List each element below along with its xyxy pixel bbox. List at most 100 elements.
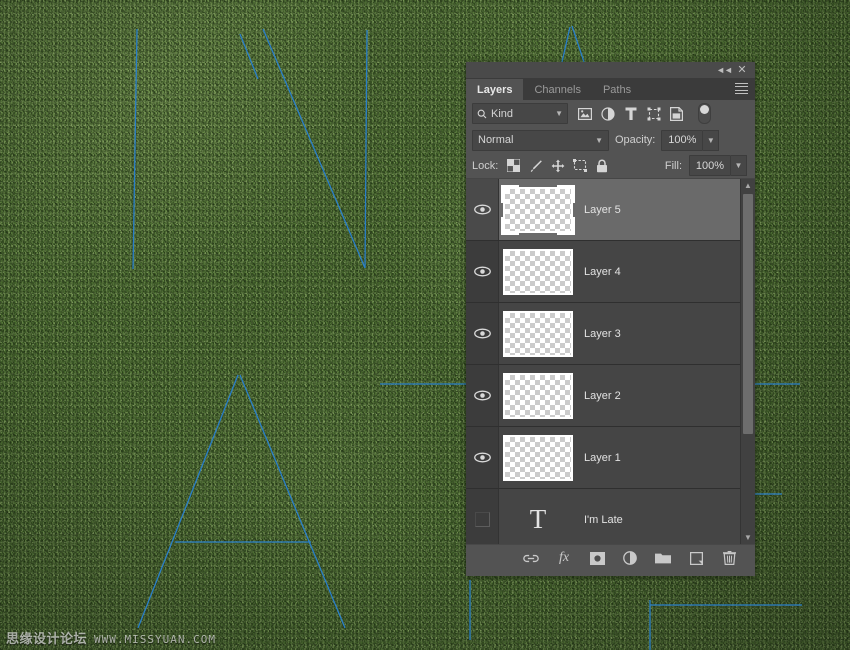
layer-thumbnail xyxy=(503,249,573,295)
layer-visibility-empty-slot[interactable] xyxy=(466,489,499,544)
path-guide-segment xyxy=(133,29,137,269)
watermark-site-name: 思缘设计论坛 xyxy=(6,633,87,646)
lock-artboard-nesting-icon[interactable] xyxy=(572,158,587,173)
layer-name-label[interactable]: Layer 2 xyxy=(577,390,755,402)
layer-thumbnail xyxy=(503,373,573,419)
chevron-down-icon[interactable]: ▼ xyxy=(555,109,563,118)
blend-mode-select[interactable]: Normal ▼ xyxy=(472,130,609,151)
layer-filter-row[interactable]: Kind ▼ xyxy=(466,100,755,127)
layers-panel[interactable]: ◄◄ ✕ Layers Channels Paths Kind ▼ xyxy=(466,62,755,576)
layer-thumbnail xyxy=(503,187,573,233)
lock-image-pixels-brush-icon[interactable] xyxy=(528,158,543,173)
layer-visibility-eye-icon[interactable] xyxy=(466,365,499,426)
lock-position-move-icon[interactable] xyxy=(550,158,565,173)
add-layer-mask-icon[interactable] xyxy=(589,550,605,566)
layer-row[interactable]: T I'm Late xyxy=(466,489,755,544)
layer-row[interactable]: Layer 2 xyxy=(466,365,755,427)
path-guide-segment xyxy=(572,26,584,62)
tab-layers[interactable]: Layers xyxy=(466,79,523,100)
layers-bottom-toolbar[interactable]: fx xyxy=(466,544,755,571)
eye-icon xyxy=(474,204,491,215)
layer-row[interactable]: Layer 3 xyxy=(466,303,755,365)
path-guide-segment xyxy=(240,34,258,79)
opacity-input[interactable]: 100% xyxy=(661,130,703,151)
panel-footer-strip xyxy=(466,571,755,576)
layer-visibility-eye-icon[interactable] xyxy=(466,241,499,302)
path-guide-segment xyxy=(263,29,365,268)
panel-tab-strip[interactable]: Layers Channels Paths xyxy=(466,78,755,100)
blend-mode-value: Normal xyxy=(478,134,595,146)
watermark-url: WWW.MISSYUAN.COM xyxy=(94,634,216,645)
layer-row[interactable]: Layer 1 xyxy=(466,427,755,489)
eye-icon xyxy=(474,390,491,401)
shape-layer-filter-icon[interactable] xyxy=(646,106,661,121)
tab-channels-label: Channels xyxy=(534,84,580,96)
search-icon xyxy=(477,109,487,119)
layer-row[interactable]: Layer 4 xyxy=(466,241,755,303)
tab-paths[interactable]: Paths xyxy=(592,79,642,100)
new-adjustment-layer-icon[interactable] xyxy=(622,550,638,566)
pixel-layer-filter-icon[interactable] xyxy=(577,106,592,121)
path-guide-segment xyxy=(365,30,367,268)
hamburger-menu-icon[interactable] xyxy=(735,83,748,94)
collapse-panel-icon[interactable]: ◄◄ xyxy=(717,64,731,77)
layers-list[interactable]: Layer 5 Layer 4 Layer 3 Layer 2 Layer 1 T I'm … xyxy=(466,179,755,544)
lock-all-padlock-icon[interactable] xyxy=(594,158,609,173)
layer-thumbnail-cell[interactable]: T xyxy=(499,489,577,544)
link-layers-icon[interactable] xyxy=(523,550,539,566)
new-group-folder-icon[interactable] xyxy=(655,550,671,566)
layer-thumbnail xyxy=(503,435,573,481)
layer-styles-fx-icon[interactable]: fx xyxy=(556,550,572,566)
layer-thumbnail-cell[interactable] xyxy=(499,241,577,302)
lock-row[interactable]: Lock: xyxy=(466,153,755,179)
path-guide-segment xyxy=(240,375,345,628)
filter-type-icons[interactable] xyxy=(577,103,711,124)
layer-row[interactable]: Layer 5 xyxy=(466,179,755,241)
layer-thumbnail-cell[interactable] xyxy=(499,179,577,240)
filter-enable-toggle[interactable] xyxy=(698,103,711,124)
lock-label: Lock: xyxy=(472,160,498,172)
fill-input[interactable]: 100% xyxy=(689,155,731,176)
path-guide-segment xyxy=(562,27,570,62)
scroll-up-chevron-up-icon[interactable]: ▲ xyxy=(741,179,755,192)
layer-name-label[interactable]: Layer 4 xyxy=(577,266,755,278)
new-layer-icon[interactable] xyxy=(688,550,704,566)
layer-name-label[interactable]: Layer 5 xyxy=(577,204,755,216)
scrollbar-thumb[interactable] xyxy=(743,194,753,434)
layer-visibility-eye-icon[interactable] xyxy=(466,179,499,240)
layer-rows-container: Layer 5 Layer 4 Layer 3 Layer 2 Layer 1 T I'm … xyxy=(466,179,755,544)
path-guide-segment xyxy=(138,375,238,628)
layer-name-label[interactable]: I'm Late xyxy=(577,514,755,526)
type-layer-T-icon: T xyxy=(503,497,573,543)
opacity-label: Opacity: xyxy=(615,134,655,146)
tab-paths-label: Paths xyxy=(603,84,631,96)
layers-scrollbar[interactable]: ▲ ▼ xyxy=(740,179,755,544)
panel-titlebar[interactable]: ◄◄ ✕ xyxy=(466,62,755,78)
filter-kind-label: Kind xyxy=(491,108,551,120)
type-layer-filter-icon[interactable] xyxy=(623,106,638,121)
adjustment-layer-filter-icon[interactable] xyxy=(600,106,615,121)
layer-thumbnail xyxy=(503,311,573,357)
layer-thumbnail-cell[interactable] xyxy=(499,365,577,426)
eye-icon xyxy=(474,452,491,463)
layer-name-label[interactable]: Layer 1 xyxy=(577,452,755,464)
fill-chevron-down-icon[interactable]: ▼ xyxy=(731,155,747,176)
tab-channels[interactable]: Channels xyxy=(523,79,591,100)
layer-visibility-eye-icon[interactable] xyxy=(466,427,499,488)
layer-thumbnail-cell[interactable] xyxy=(499,303,577,364)
close-panel-icon[interactable]: ✕ xyxy=(735,64,749,77)
layer-name-label[interactable]: Layer 3 xyxy=(577,328,755,340)
smart-object-filter-icon[interactable] xyxy=(669,106,684,121)
empty-visibility-box xyxy=(475,512,490,527)
chevron-down-icon[interactable]: ▼ xyxy=(595,136,603,145)
filter-kind-select[interactable]: Kind ▼ xyxy=(472,103,568,124)
blend-mode-row[interactable]: Normal ▼ Opacity: 100% ▼ xyxy=(466,127,755,153)
lock-transparent-pixels-icon[interactable] xyxy=(506,158,521,173)
layer-visibility-eye-icon[interactable] xyxy=(466,303,499,364)
delete-layer-trash-icon[interactable] xyxy=(721,550,737,566)
opacity-chevron-down-icon[interactable]: ▼ xyxy=(703,130,719,151)
scroll-down-chevron-down-icon[interactable]: ▼ xyxy=(741,531,755,544)
layer-thumbnail-cell[interactable] xyxy=(499,427,577,488)
eye-icon xyxy=(474,328,491,339)
tab-layers-label: Layers xyxy=(477,84,512,96)
